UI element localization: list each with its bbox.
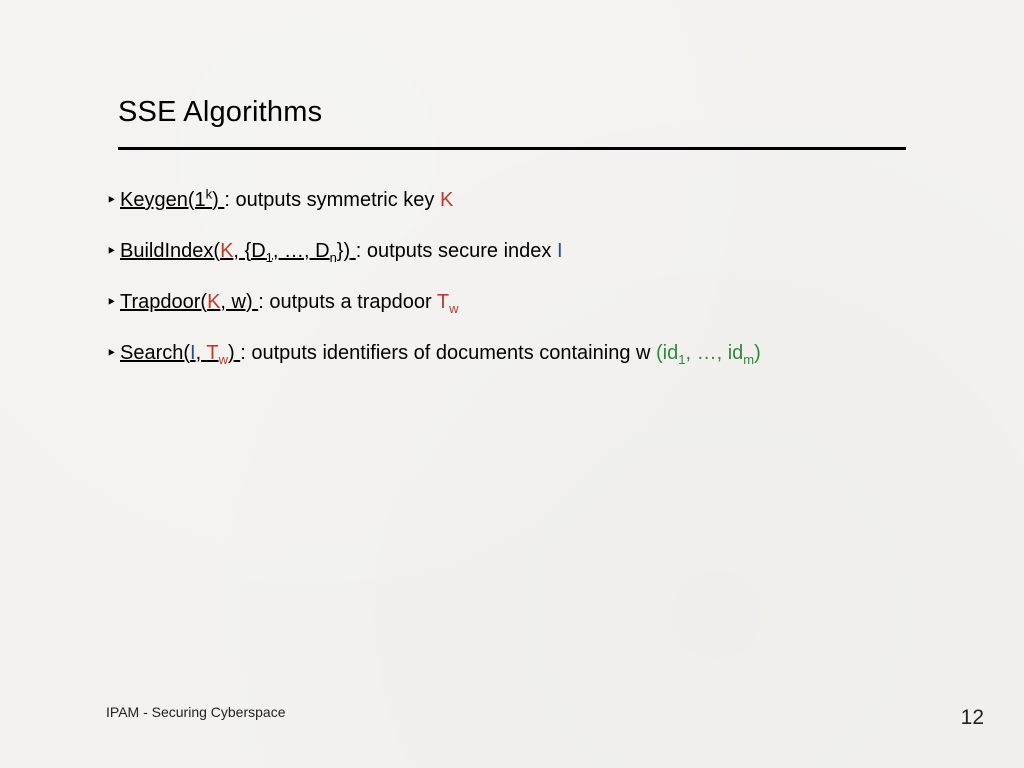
ids-m: m [743,352,754,367]
bullet-keygen: Keygen(1k) : outputs symmetric key K [106,188,911,213]
search-post: ) [228,342,235,364]
search-body: : outputs identifiers of documents conta… [240,342,656,364]
search-head: Search(I, Tw) [120,342,240,364]
buildindex-dn: n [330,250,337,265]
buildindex-k: K [220,240,233,262]
page-number: 12 [961,706,984,730]
trapdoor-pre: Trapdoor( [120,291,207,313]
keygen-pre: Keygen(1 [120,189,206,211]
trapdoor-k: K [207,291,220,313]
bullet-search: Search(I, Tw) : outputs identifiers of d… [106,341,911,366]
slide-title: SSE Algorithms [118,96,906,129]
buildindex-mid: , …, D [273,240,330,262]
bullet-buildindex: BuildIndex(K, {D1, …, Dn}) : outputs sec… [106,239,911,264]
keygen-body: : outputs symmetric key [224,189,440,211]
keygen-key: K [440,189,453,211]
bullet-trapdoor: Trapdoor(K, w) : outputs a trapdoor Tw [106,290,911,315]
footer-label: IPAM - Securing Cyberspace [106,704,285,720]
buildindex-post: }) [337,240,350,262]
search-t: T [206,342,218,364]
search-w: w [219,352,228,367]
buildindex-index: I [557,240,563,262]
buildindex-sep1: , {D [233,240,265,262]
slide: SSE Algorithms Keygen(1k) : outputs symm… [0,0,1024,768]
ids-open: (id [656,342,678,364]
title-block: SSE Algorithms [118,96,906,150]
buildindex-d1: 1 [266,250,273,265]
trapdoor-sep: , w) [220,291,252,313]
buildindex-pre: BuildIndex( [120,240,220,262]
trapdoor-head: Trapdoor(K, w) [120,291,258,313]
search-tw: Tw [206,342,228,364]
keygen-post: ) [212,189,219,211]
title-rule [118,147,906,150]
keygen-head: Keygen(1k) [120,189,224,211]
search-ids: (id1, …, idm) [656,342,761,364]
buildindex-head: BuildIndex(K, {D1, …, Dn}) [120,240,356,262]
buildindex-body: : outputs secure index [356,240,557,262]
trapdoor-t: T [437,291,449,313]
bullet-list: Keygen(1k) : outputs symmetric key K Bui… [106,188,911,392]
trapdoor-w: w [449,301,458,316]
trapdoor-body: : outputs a trapdoor [258,291,437,313]
ids-close: ) [754,342,761,364]
search-sep: , [196,342,207,364]
search-pre: Search( [120,342,190,364]
ids-mid: , …, id [685,342,743,364]
trapdoor-tw: Tw [437,291,459,313]
